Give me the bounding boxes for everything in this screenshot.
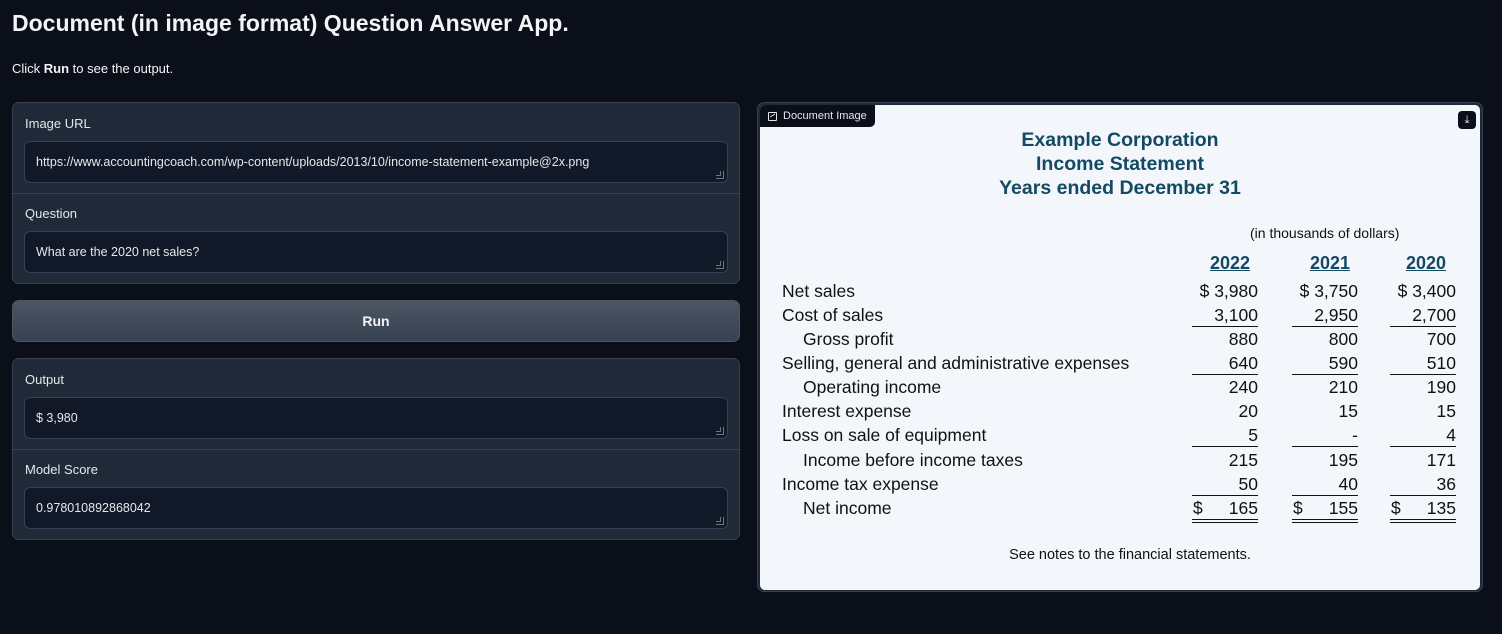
underline — [1390, 495, 1456, 496]
underline — [1192, 326, 1258, 327]
model-score-label: Model Score — [25, 462, 98, 477]
document-image-panel: Example Corporation Income Statement Yea… — [757, 102, 1483, 592]
app-title: Document (in image format) Question Answ… — [12, 10, 569, 36]
cell-value: 195 — [1328, 450, 1358, 470]
cell-value: 155 — [1328, 498, 1358, 518]
cell-value: 40 — [1338, 474, 1358, 494]
cell-value: 240 — [1228, 377, 1258, 397]
cell-value: 20 — [1238, 401, 1258, 421]
model-score-field[interactable]: 0.978010892868042 — [24, 487, 728, 529]
underline — [1292, 495, 1358, 496]
cell-value: 2,950 — [1314, 305, 1358, 325]
cell-value: 2,700 — [1412, 305, 1456, 325]
document-image-badge: Document Image — [760, 105, 875, 127]
statement-note: See notes to the financial statements. — [1009, 547, 1251, 563]
app-description: Click Run to see the output. — [12, 61, 174, 76]
row-label: Operating income — [803, 377, 942, 397]
output-label: Output — [25, 372, 65, 387]
resize-handle-icon[interactable] — [716, 517, 724, 525]
row-label: Selling, general and administrative expe… — [782, 353, 1130, 373]
question-input[interactable]: What are the 2020 net sales? — [24, 231, 728, 273]
cell-value: 3,100 — [1214, 305, 1258, 325]
underline — [1292, 374, 1358, 375]
row-label: Loss on sale of equipment — [782, 425, 987, 445]
row-label: Net income — [803, 498, 892, 518]
download-icon[interactable]: ⤓ — [1458, 111, 1476, 129]
statement-company: Example Corporation — [1021, 129, 1219, 151]
cell-value: 880 — [1228, 329, 1258, 349]
underline — [1390, 374, 1456, 375]
statement-period: Years ended December 31 — [999, 177, 1241, 199]
currency-symbol: $ — [1293, 498, 1303, 518]
double-underline — [1192, 519, 1258, 523]
resize-handle-icon[interactable] — [716, 427, 724, 435]
cell-value: $ 3,750 — [1299, 281, 1358, 301]
cell-value: - — [1352, 425, 1358, 445]
outputs-panel: Output $ 3,980 Model Score 0.97801089286… — [12, 358, 740, 540]
document-image: Example Corporation Income Statement Yea… — [760, 105, 1480, 590]
output-field[interactable]: $ 3,980 — [24, 397, 728, 439]
resize-handle-icon[interactable] — [716, 171, 724, 179]
divider — [13, 449, 739, 450]
cell-value: 640 — [1228, 353, 1258, 373]
cell-value: 15 — [1338, 401, 1358, 421]
row-label: Income tax expense — [782, 474, 939, 494]
row-label: Gross profit — [803, 329, 894, 349]
double-underline — [1390, 519, 1456, 523]
resize-handle-icon[interactable] — [716, 261, 724, 269]
cell-value: 171 — [1426, 450, 1456, 470]
cell-value: $ 3,980 — [1199, 281, 1258, 301]
underline — [1292, 446, 1358, 447]
row-label: Interest expense — [782, 401, 912, 421]
cell-value: 215 — [1228, 450, 1258, 470]
image-url-label: Image URL — [25, 116, 91, 131]
currency-symbol: $ — [1193, 498, 1203, 518]
row-label: Cost of sales — [782, 305, 884, 325]
cell-value: 5 — [1248, 425, 1258, 445]
row-label: Net sales — [782, 281, 855, 301]
statement-units: (in thousands of dollars) — [1250, 225, 1400, 241]
divider — [13, 193, 739, 194]
run-button[interactable]: Run — [12, 300, 740, 342]
cell-value: 190 — [1426, 377, 1456, 397]
cell-value: 50 — [1238, 474, 1258, 494]
image-icon — [768, 111, 777, 121]
cell-value: $ 3,400 — [1397, 281, 1456, 301]
image-url-input[interactable]: https://www.accountingcoach.com/wp-conte… — [24, 141, 728, 183]
cell-value: 135 — [1426, 498, 1456, 518]
cell-value: 165 — [1228, 498, 1258, 518]
cell-value: 15 — [1436, 401, 1456, 421]
cell-value: 800 — [1328, 329, 1358, 349]
year-header: 2020 — [1405, 253, 1447, 273]
cell-value: 700 — [1426, 329, 1456, 349]
underline — [1292, 326, 1358, 327]
statement-title: Income Statement — [1036, 153, 1204, 175]
cell-value: 36 — [1436, 474, 1456, 494]
cell-value: 510 — [1426, 353, 1456, 373]
year-header: 2021 — [1309, 253, 1351, 273]
double-underline — [1292, 519, 1358, 523]
cell-value: 210 — [1328, 377, 1358, 397]
underline — [1192, 374, 1258, 375]
question-label: Question — [25, 206, 78, 221]
row-label: Income before income taxes — [803, 450, 1023, 470]
currency-symbol: $ — [1391, 498, 1401, 518]
cell-value: 590 — [1328, 353, 1358, 373]
cell-value: 4 — [1446, 425, 1456, 445]
underline — [1390, 326, 1456, 327]
inputs-panel: Image URL https://www.accountingcoach.co… — [12, 102, 740, 284]
underline — [1192, 495, 1258, 496]
underline — [1192, 446, 1258, 447]
underline — [1390, 446, 1456, 447]
year-header: 2022 — [1209, 253, 1251, 273]
badge-label: Document Image — [783, 110, 867, 122]
